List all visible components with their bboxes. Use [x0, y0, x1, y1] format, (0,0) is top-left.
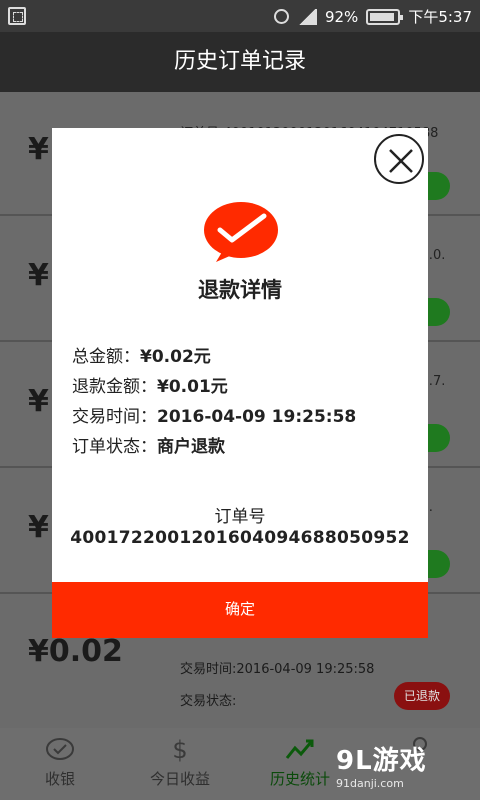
- battery-percent: 92%: [324, 7, 359, 26]
- field-label: 退款金额：: [72, 377, 157, 397]
- watermark-title: 9L游戏: [336, 746, 427, 776]
- field-value: ¥0.02元: [140, 347, 211, 367]
- order-amount: ¥0.02: [28, 634, 123, 669]
- signal-icon: [296, 8, 317, 25]
- status-bar: 92% 下午5:37: [0, 0, 480, 32]
- order-amount: ¥: [28, 258, 49, 293]
- alarm-icon: [273, 9, 289, 24]
- chat-bubble-icon: [44, 736, 76, 764]
- close-icon: [389, 149, 413, 173]
- nav-label: 历史统计: [269, 770, 330, 788]
- field-value: 商户退款: [157, 437, 225, 457]
- watermark: 9L游戏 91danji.com: [336, 740, 476, 796]
- field-total-amount: 总金额：¥0.02元: [72, 342, 356, 372]
- transaction-time: 交易时间:2016-04-09 19:25:58: [180, 662, 375, 677]
- wechat-pay-logo-icon: [204, 202, 278, 262]
- page-title: 历史订单记录: [0, 32, 480, 92]
- confirm-button[interactable]: 确定: [52, 582, 428, 638]
- trend-chart-icon: [284, 736, 316, 764]
- nav-item-cashier[interactable]: 收银: [0, 728, 120, 800]
- field-label: 订单状态：: [72, 437, 157, 457]
- refund-details-dialog: 退款详情 总金额：¥0.02元 退款金额：¥0.01元 交易时间：2016-04…: [52, 128, 428, 638]
- clock: 下午5:37: [408, 8, 472, 26]
- field-label: 总金额：: [72, 347, 140, 367]
- screenshot-icon: [8, 7, 26, 25]
- order-amount: ¥: [28, 510, 49, 545]
- battery-icon: [366, 8, 404, 25]
- refund-fields: 总金额：¥0.02元 退款金额：¥0.01元 交易时间：2016-04-09 1…: [72, 342, 356, 462]
- status-right: 92% 下午5:37: [273, 6, 472, 27]
- nav-item-today-income[interactable]: $ 今日收益: [120, 728, 240, 800]
- order-number-value: 4001722001201604094688050952: [70, 528, 410, 548]
- field-label: 交易时间：: [72, 407, 157, 427]
- refunded-badge: 已退款: [394, 682, 450, 710]
- dialog-title: 退款详情: [198, 278, 282, 302]
- field-transaction-time: 交易时间：2016-04-09 19:25:58: [72, 402, 356, 432]
- dollar-icon: $: [172, 736, 188, 764]
- order-amount: ¥: [28, 384, 49, 419]
- nav-label: 今日收益: [149, 770, 210, 788]
- field-value: ¥0.01元: [157, 377, 228, 397]
- transaction-status: 交易状态:: [180, 694, 237, 709]
- close-button[interactable]: [374, 134, 424, 184]
- field-order-status: 订单状态：商户退款: [72, 432, 356, 462]
- field-value: 2016-04-09 19:25:58: [157, 407, 357, 427]
- watermark-url: 91danji.com: [336, 777, 404, 790]
- order-amount: ¥: [28, 132, 49, 167]
- field-refund-amount: 退款金额：¥0.01元: [72, 372, 356, 402]
- order-number-label: 订单号: [214, 507, 266, 527]
- nav-label: 收银: [44, 770, 75, 788]
